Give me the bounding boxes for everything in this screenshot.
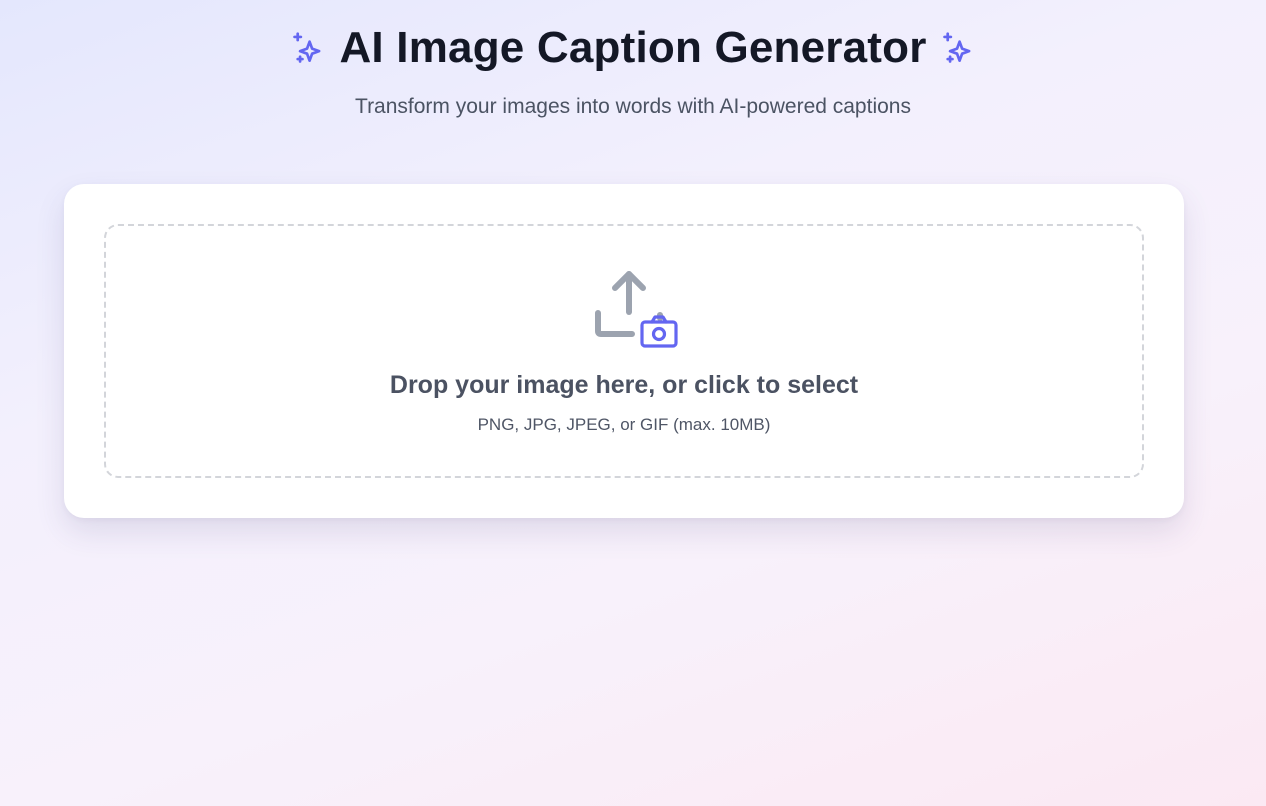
image-dropzone[interactable]: Drop your image here, or click to select…: [104, 224, 1144, 478]
upload-camera-icon: [582, 270, 678, 360]
dropzone-prompt: Drop your image here, or click to select: [389, 371, 859, 399]
sparkles-icon: [939, 29, 977, 67]
dropzone-file-hint: PNG, JPG, JPEG, or GIF (max. 10MB): [477, 415, 771, 434]
page-subtitle: Transform your images into words with AI…: [355, 95, 911, 118]
page-title: AI Image Caption Generator: [339, 23, 927, 72]
title-row: AI Image Caption Generator: [0, 22, 1266, 74]
upload-card: Drop your image here, or click to select…: [64, 184, 1184, 518]
sparkles-icon: [289, 29, 327, 67]
